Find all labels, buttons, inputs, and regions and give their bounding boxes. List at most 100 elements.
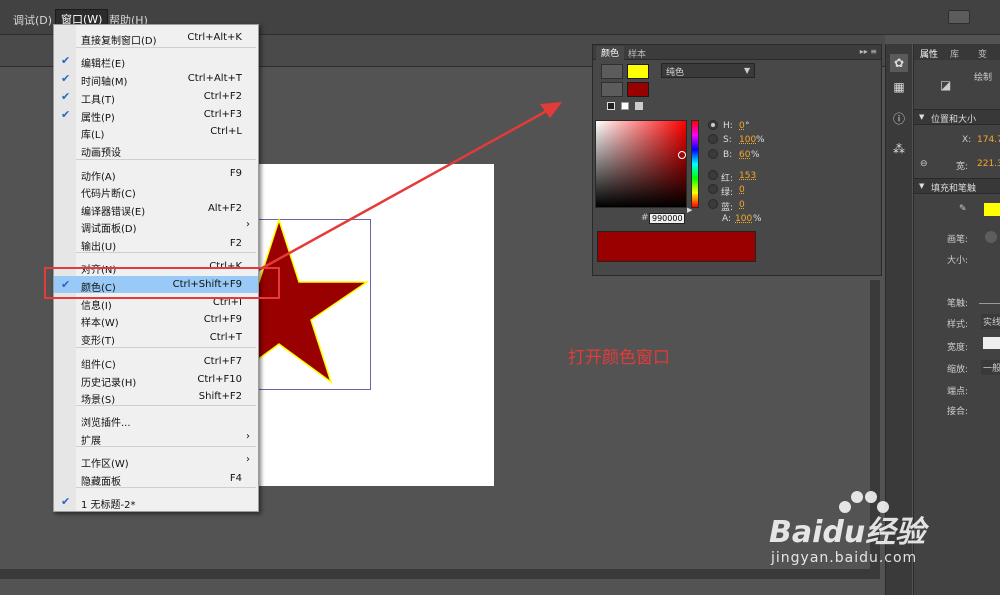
tab-swatches[interactable]: 样本: [628, 47, 646, 60]
menu-item[interactable]: ✔ 编辑栏(E): [54, 52, 258, 70]
menu-item[interactable]: 库(L) Ctrl+L: [54, 123, 258, 141]
x-value[interactable]: 174.75: [977, 135, 1000, 145]
menu-item[interactable]: 工作区(W) ›: [54, 452, 258, 470]
menu-item-shortcut: Shift+F2: [198, 391, 242, 402]
link-icon[interactable]: ⊖: [920, 159, 928, 169]
tab-transform[interactable]: 变: [978, 47, 987, 60]
menu-item[interactable]: 直接复制窗口(D) Ctrl+Alt+K: [54, 29, 258, 47]
components-icon[interactable]: ⁂: [890, 140, 908, 158]
line-width-select[interactable]: [983, 337, 1000, 349]
menu-item[interactable]: 动作(A) F9: [54, 165, 258, 183]
watermark-text: Baidu经验: [769, 515, 926, 550]
menu-item-label: 输出(U): [81, 242, 117, 253]
panel-menu-icon[interactable]: ▸▸ ≡: [860, 47, 877, 56]
menu-item[interactable]: 历史记录(H) Ctrl+F10: [54, 371, 258, 389]
menu-item[interactable]: 样本(W) Ctrl+F9: [54, 311, 258, 329]
menu-item-label: 动画预设: [81, 148, 121, 159]
hex-input[interactable]: 990000: [649, 213, 685, 224]
tab-color[interactable]: 颜色: [596, 46, 625, 60]
menu-item[interactable]: ✔ 1 无标题-2*: [54, 493, 258, 511]
menu-item[interactable]: 变形(T) Ctrl+T: [54, 329, 258, 347]
menu-item[interactable]: 调试面板(D) ›: [54, 217, 258, 235]
menu-item[interactable]: 组件(C) Ctrl+F7: [54, 353, 258, 371]
radio-blue[interactable]: [708, 199, 718, 209]
no-color-icon[interactable]: [621, 102, 629, 110]
radio-red[interactable]: [708, 170, 718, 180]
baidu-watermark: Baidu经验 jingyan.baidu.com: [755, 487, 995, 587]
line-width-label: 宽度:: [947, 343, 969, 353]
menu-separator: [76, 47, 256, 48]
section-fill-stroke[interactable]: ▼ 填充和笔触: [914, 178, 1000, 194]
menu-item[interactable]: 代码片断(C): [54, 182, 258, 200]
blue-value[interactable]: 0: [739, 200, 745, 210]
fill-color-swatch[interactable]: [627, 82, 649, 97]
menu-item-label: 浏览插件...: [81, 418, 131, 429]
workspace-switcher-icon[interactable]: [948, 10, 970, 24]
properties-tabs: 属性 库 变: [914, 44, 1000, 60]
stroke-color-pencil-icon[interactable]: [601, 64, 623, 79]
scale-select[interactable]: 一般: [981, 360, 1000, 375]
menu-item-label: 扩展: [81, 436, 101, 447]
menu-item-shortcut: Alt+F2: [207, 203, 242, 214]
width-value[interactable]: 221.35: [977, 159, 1000, 169]
join-label: 接合:: [947, 407, 969, 417]
saturation-unit: %: [756, 135, 765, 145]
hue-value[interactable]: 0: [739, 121, 745, 131]
radio-brightness[interactable]: [708, 149, 718, 159]
menu-item[interactable]: 浏览插件...: [54, 411, 258, 429]
stroke-swatch[interactable]: [984, 203, 1000, 216]
menu-item[interactable]: 输出(U) F2: [54, 235, 258, 253]
alpha-value[interactable]: 100: [735, 214, 752, 224]
color-palette-icon[interactable]: ✿: [890, 54, 908, 72]
radio-saturation[interactable]: [708, 134, 718, 144]
style-select[interactable]: 实线: [981, 314, 1000, 329]
hue-slider[interactable]: [691, 120, 699, 208]
menu-item-shortcut: Ctrl+F7: [203, 356, 242, 367]
menu-item-shortcut: Ctrl+F2: [203, 91, 242, 102]
stroke-pencil-icon[interactable]: ✎: [959, 204, 967, 214]
menu-item[interactable]: 扩展 ›: [54, 429, 258, 447]
menu-item[interactable]: ✔ 工具(T) Ctrl+F2: [54, 88, 258, 106]
black-white-icon[interactable]: [607, 102, 615, 110]
fill-color-bucket-icon[interactable]: [601, 82, 623, 97]
horizontal-scrollbar[interactable]: [0, 569, 880, 579]
menu-item-shortcut: F2: [229, 238, 242, 249]
menu-item-label: 历史记录(H): [81, 378, 137, 389]
menu-separator: [76, 159, 256, 160]
info-icon[interactable]: ⓘ: [890, 110, 908, 128]
saturation-value[interactable]: 100: [739, 135, 756, 145]
radio-hue[interactable]: [708, 120, 718, 130]
menu-item-label: 时间轴(M): [81, 77, 128, 88]
menu-item-label: 场景(S): [81, 395, 116, 406]
section-position-size[interactable]: ▼ 位置和大小: [914, 109, 1000, 125]
tab-library[interactable]: 库: [950, 47, 959, 60]
stroke-width-slider[interactable]: [979, 296, 1000, 304]
menu-item[interactable]: 场景(S) Shift+F2: [54, 388, 258, 406]
red-value[interactable]: 153: [739, 171, 756, 181]
menu-item-label: 直接复制窗口(D): [81, 36, 157, 47]
brightness-value[interactable]: 60: [739, 150, 750, 160]
stroke-toggle[interactable]: [985, 231, 997, 243]
menu-item[interactable]: 隐藏面板 F4: [54, 470, 258, 488]
section-position-size-label: 位置和大小: [931, 115, 977, 125]
menu-item[interactable]: ✔ 时间轴(M) Ctrl+Alt+T: [54, 70, 258, 88]
menu-item[interactable]: 编译器错误(E) Alt+F2: [54, 200, 258, 218]
align-icon[interactable]: ▦: [890, 78, 908, 96]
checkmark-icon: ✔: [61, 54, 71, 67]
tab-properties[interactable]: 属性: [920, 47, 938, 60]
menu-item[interactable]: 动画预设: [54, 141, 258, 159]
menu-item[interactable]: ✔ 属性(P) Ctrl+F3: [54, 106, 258, 124]
menu-item-shortcut: Ctrl+Alt+K: [187, 32, 242, 43]
picker-cursor[interactable]: [678, 151, 686, 159]
hue-slider-handle-icon[interactable]: ▶: [687, 206, 692, 214]
stroke-color-swatch[interactable]: [627, 64, 649, 79]
radio-green[interactable]: [708, 184, 718, 194]
swap-colors-icon[interactable]: [635, 102, 643, 110]
color-picker-field[interactable]: [595, 120, 687, 208]
color-panel-tabs: 颜色 样本 ▸▸ ≡: [593, 45, 881, 60]
green-value[interactable]: 0: [739, 185, 745, 195]
menu-debug[interactable]: 调试(D): [10, 11, 55, 29]
menu-item-label: 1 无标题-2*: [81, 500, 136, 511]
saturation-label: S:: [723, 135, 732, 145]
submenu-arrow-icon: ›: [246, 431, 250, 442]
